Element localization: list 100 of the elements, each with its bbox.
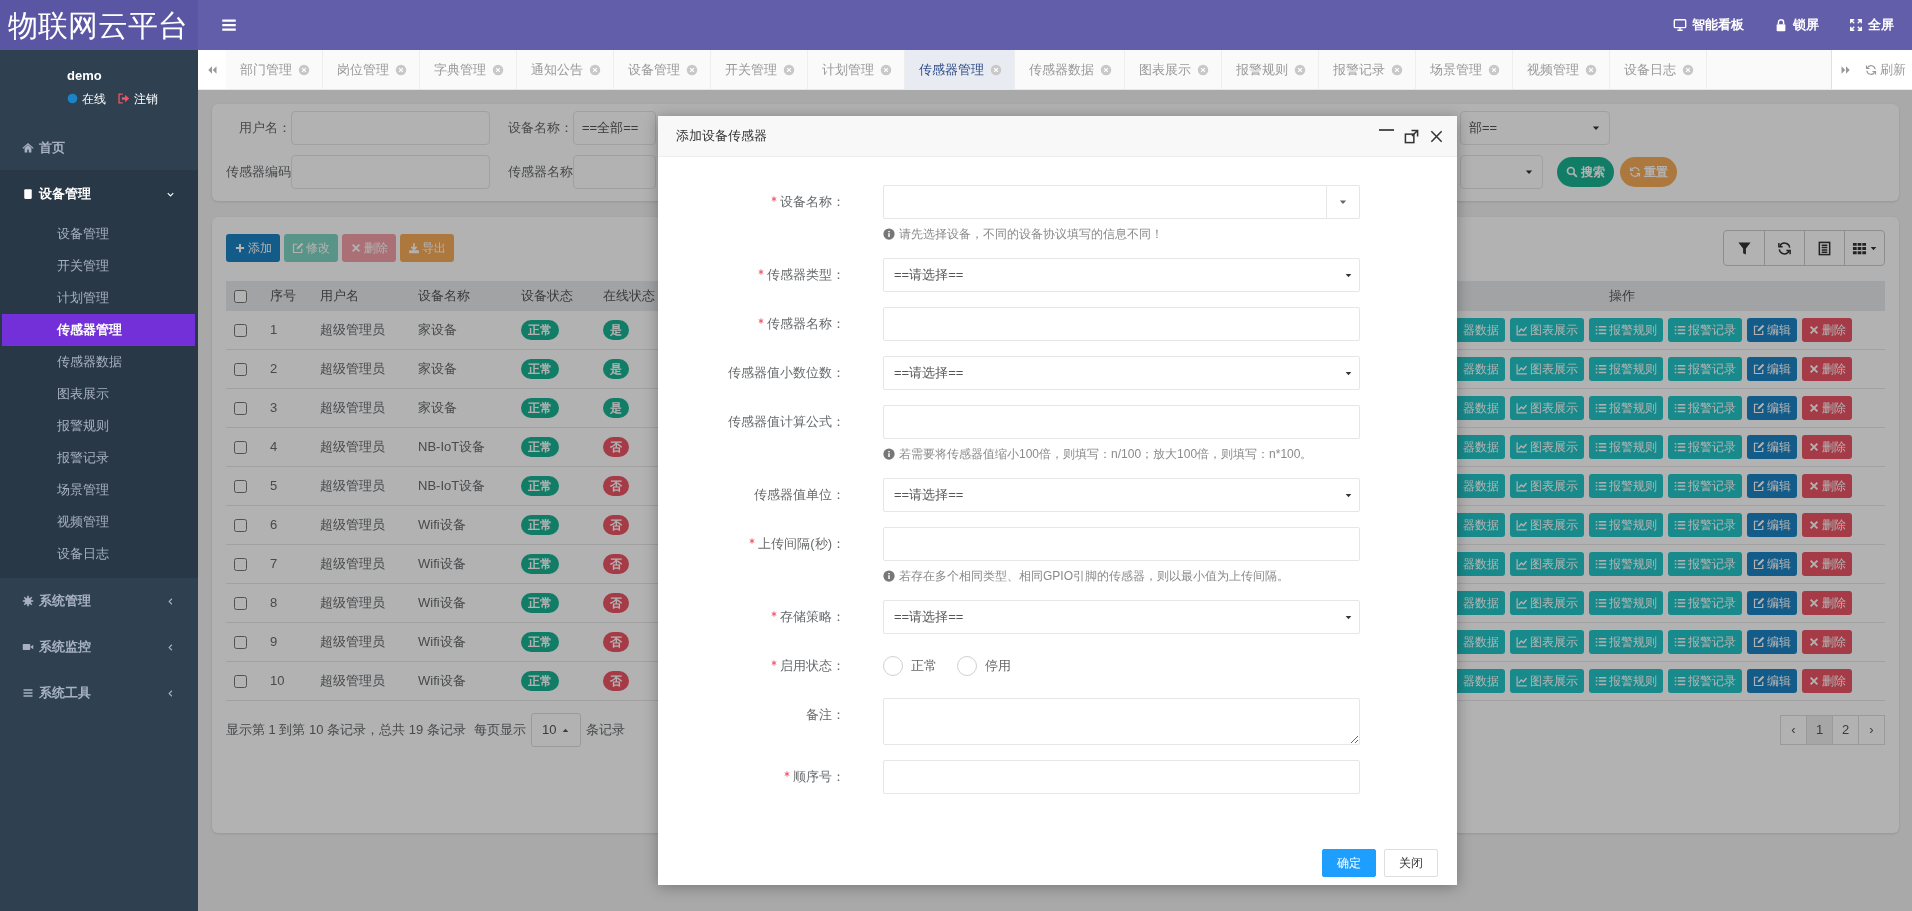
tab[interactable]: 字典管理	[420, 50, 517, 89]
records-button[interactable]: 报警记录	[1668, 435, 1742, 459]
header-link[interactable]: 全屏	[1849, 15, 1894, 35]
select-field[interactable]	[1460, 155, 1543, 189]
chart-button[interactable]: 图表展示	[1510, 474, 1584, 498]
radio-button[interactable]	[883, 656, 903, 676]
delete-button[interactable]: 删除	[1802, 357, 1852, 381]
close-icon[interactable]	[990, 63, 1002, 76]
tab[interactable]: 视频管理	[1513, 50, 1610, 89]
close-icon[interactable]	[395, 63, 407, 76]
tab[interactable]: 岗位管理	[323, 50, 420, 89]
close-icon[interactable]	[1391, 63, 1403, 76]
chart-button[interactable]: 图表展示	[1510, 552, 1584, 576]
edit-button[interactable]: 编辑	[1747, 318, 1797, 342]
tab[interactable]: 场景管理	[1416, 50, 1513, 89]
submenu-item[interactable]: 开关管理	[2, 250, 195, 282]
select-all-checkbox[interactable]	[234, 289, 247, 303]
row-checkbox[interactable]	[234, 596, 247, 610]
tab[interactable]: 传感器数据	[1015, 50, 1125, 89]
submenu-item[interactable]: 视频管理	[2, 506, 195, 538]
close-icon[interactable]	[1294, 63, 1306, 76]
submenu-item[interactable]: 图表展示	[2, 378, 195, 410]
tab[interactable]: 开关管理	[711, 50, 808, 89]
submenu-item[interactable]: 传感器数据	[2, 346, 195, 378]
chart-button[interactable]: 图表展示	[1510, 630, 1584, 654]
edit-button[interactable]: 编辑	[1747, 513, 1797, 537]
close-icon[interactable]	[783, 63, 795, 76]
dropdown-button[interactable]	[1326, 185, 1360, 219]
submenu-item[interactable]: 设备管理	[2, 218, 195, 250]
delete-button[interactable]: 删除	[1802, 474, 1852, 498]
menu-item[interactable]: 系统监控	[0, 624, 198, 670]
rules-button[interactable]: 报警规则	[1589, 357, 1663, 381]
close-button[interactable]	[1429, 128, 1444, 144]
scroll-left-button[interactable]	[198, 50, 226, 89]
row-checkbox[interactable]	[234, 401, 247, 415]
edit-button[interactable]: 编辑	[1747, 630, 1797, 654]
tab[interactable]: 设备日志	[1610, 50, 1707, 89]
delete-button[interactable]: 删除	[1802, 435, 1852, 459]
tab[interactable]: 报警记录	[1319, 50, 1416, 89]
select-field[interactable]: ==请选择==	[883, 356, 1360, 390]
menu-icon[interactable]	[220, 16, 238, 34]
page-link[interactable]: 2	[1832, 715, 1859, 745]
records-button[interactable]: 报警记录	[1668, 474, 1742, 498]
submenu-item[interactable]: 传感器管理	[2, 314, 195, 346]
chart-button[interactable]: 图表展示	[1510, 357, 1584, 381]
select-field[interactable]: ==全部==	[573, 111, 656, 145]
rules-button[interactable]: 报警规则	[1589, 630, 1663, 654]
close-icon[interactable]	[1100, 63, 1112, 76]
tab[interactable]: 图表展示	[1125, 50, 1222, 89]
close-button[interactable]: 关闭	[1384, 849, 1438, 877]
data-button[interactable]: 器数据	[1457, 552, 1505, 576]
close-icon[interactable]	[589, 63, 601, 76]
page-link[interactable]: ›	[1858, 715, 1885, 745]
delete-button[interactable]: 删除	[1802, 318, 1852, 342]
row-checkbox[interactable]	[234, 440, 247, 454]
chart-button[interactable]: 图表展示	[1510, 396, 1584, 420]
row-checkbox[interactable]	[234, 362, 247, 376]
add-button[interactable]: 添加	[226, 234, 280, 262]
page-size-dropdown[interactable]: 10	[531, 713, 581, 747]
menu-item[interactable]: 首页	[0, 126, 198, 170]
edit-button[interactable]: 编辑	[1747, 669, 1797, 693]
rules-button[interactable]: 报警规则	[1589, 396, 1663, 420]
rules-button[interactable]: 报警规则	[1589, 318, 1663, 342]
data-button[interactable]: 器数据	[1457, 513, 1505, 537]
select-field[interactable]: ==请选择==	[883, 478, 1360, 512]
rules-button[interactable]: 报警规则	[1589, 669, 1663, 693]
text-area[interactable]	[883, 698, 1360, 745]
row-checkbox[interactable]	[234, 557, 247, 571]
data-button[interactable]: 器数据	[1457, 396, 1505, 420]
search-button[interactable]: 搜索	[1557, 157, 1614, 187]
data-button[interactable]: 器数据	[1457, 357, 1505, 381]
maximize-button[interactable]	[1404, 128, 1419, 144]
edit-button[interactable]: 编辑	[1747, 357, 1797, 381]
input-field[interactable]	[883, 405, 1360, 439]
select-field[interactable]: 部==	[1460, 111, 1610, 145]
records-button[interactable]: 报警记录	[1668, 552, 1742, 576]
row-checkbox[interactable]	[234, 635, 247, 649]
select-field[interactable]: ==请选择==	[883, 600, 1360, 634]
delete-button[interactable]: 删除	[1802, 669, 1852, 693]
chart-button[interactable]: 图表展示	[1510, 513, 1584, 537]
records-button[interactable]: 报警记录	[1668, 513, 1742, 537]
chart-button[interactable]: 图表展示	[1510, 318, 1584, 342]
tab[interactable]: 报警规则	[1222, 50, 1319, 89]
export-button[interactable]: 导出	[400, 234, 454, 262]
close-icon[interactable]	[492, 63, 504, 76]
menu-item[interactable]: 系统工具	[0, 670, 198, 716]
submenu-item[interactable]: 计划管理	[2, 282, 195, 314]
page-link[interactable]: 1	[1806, 715, 1833, 745]
page-link[interactable]: ‹	[1780, 715, 1807, 745]
submenu-item[interactable]: 场景管理	[2, 474, 195, 506]
submenu-item[interactable]: 设备日志	[2, 538, 195, 570]
input-field[interactable]	[883, 760, 1360, 794]
chart-button[interactable]: 图表展示	[1510, 669, 1584, 693]
close-icon[interactable]	[1585, 63, 1597, 76]
tab[interactable]: 通知公告	[517, 50, 614, 89]
delete-button[interactable]: 删除	[1802, 396, 1852, 420]
close-icon[interactable]	[1488, 63, 1500, 76]
logout-link[interactable]: 注销	[133, 89, 158, 108]
radio-button[interactable]	[957, 656, 977, 676]
tab[interactable]: 设备管理	[614, 50, 711, 89]
